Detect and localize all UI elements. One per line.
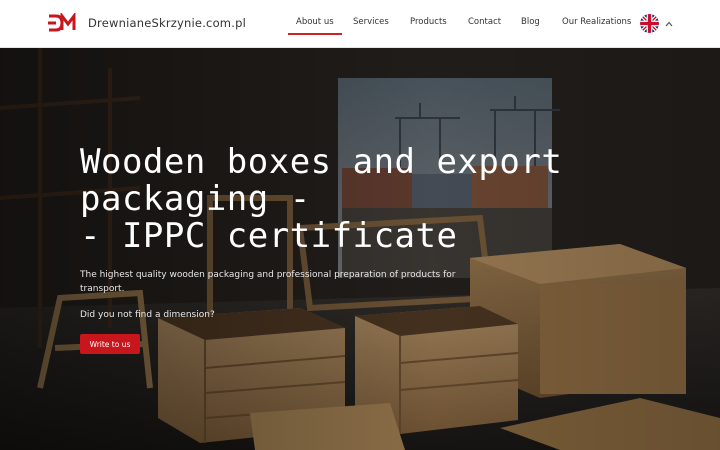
logo-text: DrewnianeSkrzynie.com.pl <box>88 16 246 30</box>
nav-about-us[interactable]: About us <box>288 17 342 35</box>
hero-section: Wooden boxes and export packaging - - IP… <box>0 48 720 450</box>
site-logo[interactable]: DrewnianeSkrzynie.com.pl <box>48 13 246 33</box>
nav-products[interactable]: Products <box>410 17 447 27</box>
language-switcher[interactable] <box>640 14 673 33</box>
site-header: DrewnianeSkrzynie.com.pl About us Servic… <box>0 0 720 48</box>
nav-our-realizations[interactable]: Our Realizations <box>562 17 631 27</box>
nav-blog[interactable]: Blog <box>521 17 540 27</box>
hero-title: Wooden boxes and export packaging - - IP… <box>80 142 563 256</box>
dm-logo-icon <box>48 13 76 32</box>
chevron-up-icon <box>665 21 673 26</box>
hero-subtitle: The highest quality wooden packaging and… <box>80 270 456 294</box>
hero-question: Did you not find a dimension? <box>80 310 215 320</box>
uk-flag-icon <box>640 14 659 33</box>
write-to-us-button[interactable]: Write to us <box>80 334 140 354</box>
nav-services[interactable]: Services <box>353 17 389 27</box>
nav-contact[interactable]: Contact <box>468 17 501 27</box>
